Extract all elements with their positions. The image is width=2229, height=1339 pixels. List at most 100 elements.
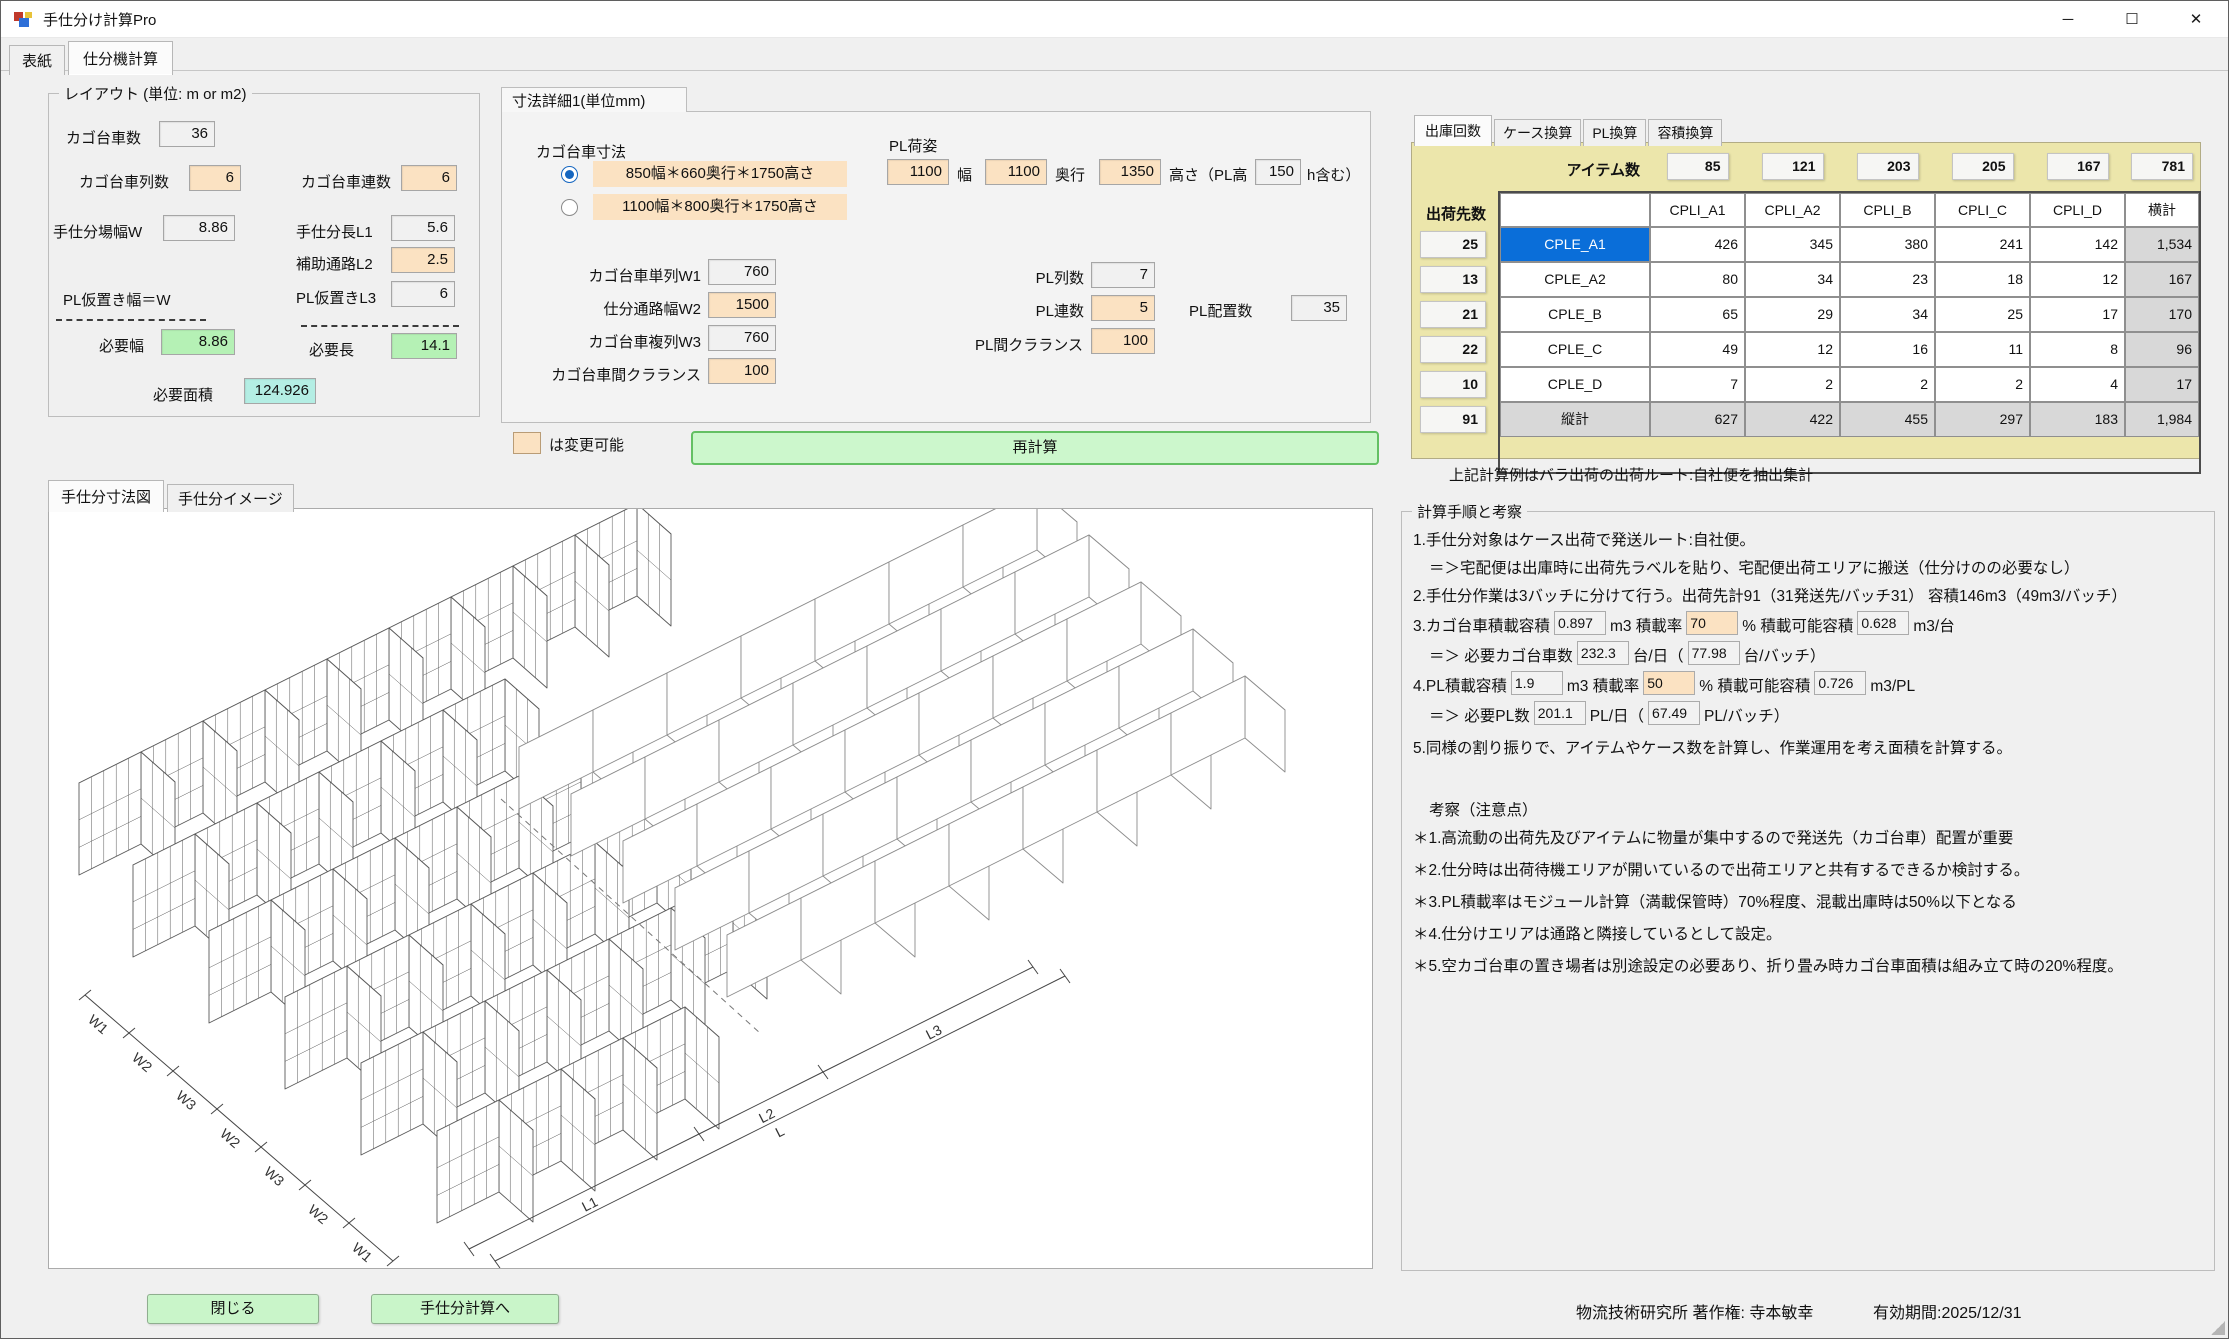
tab-pl-conversion[interactable]: PL換算 <box>1583 119 1646 146</box>
value-cell[interactable]: 18 <box>1935 262 2030 297</box>
value-cell[interactable]: 426 <box>1650 227 1745 262</box>
app-window: 手仕分け計算Pro ─ ☐ ✕ 表紙 仕分機計算 レイアウト (単位: m or… <box>0 0 2229 1339</box>
value-cell[interactable]: 23 <box>1840 262 1935 297</box>
title-bar: 手仕分け計算Pro ─ ☐ ✕ <box>1 1 2228 38</box>
tab-shipment-count[interactable]: 出庫回数 <box>1414 115 1492 146</box>
row-name-cell[interactable]: CPLE_D <box>1500 367 1650 402</box>
cart-w1-label: カゴ台車単列W1 <box>541 265 701 286</box>
value-cell[interactable]: 11 <box>1935 332 2030 367</box>
row-name-cell[interactable]: CPLE_A2 <box>1500 262 1650 297</box>
minimize-button[interactable]: ─ <box>2036 1 2100 37</box>
pl-height-field[interactable]: 1350 <box>1099 159 1161 185</box>
value-cell[interactable]: 345 <box>1745 227 1840 262</box>
sort-width-field: 8.86 <box>163 215 235 241</box>
value-cell[interactable]: 422 <box>1745 402 1840 437</box>
cart-runs-label: カゴ台車連数 <box>301 171 391 192</box>
value-cell[interactable]: 241 <box>1935 227 2030 262</box>
tab-volume-conversion[interactable]: 容積換算 <box>1648 119 1722 146</box>
value-cell[interactable]: 80 <box>1650 262 1745 297</box>
row-count-box: 13 <box>1420 266 1486 293</box>
col-header-cell[interactable]: CPLI_A2 <box>1745 193 1840 227</box>
value-cell[interactable]: 455 <box>1840 402 1935 437</box>
value-cell[interactable]: 167 <box>2125 262 2199 297</box>
value-cell[interactable]: 65 <box>1650 297 1745 332</box>
tab-sorting-calc[interactable]: 仕分機計算 <box>68 41 173 75</box>
row-name-cell[interactable]: CPLE_C <box>1500 332 1650 367</box>
resize-grip[interactable] <box>2211 1321 2225 1335</box>
cart-runs-field[interactable]: 6 <box>401 165 457 191</box>
value-cell[interactable]: 49 <box>1650 332 1745 367</box>
value-cell[interactable]: 17 <box>2030 297 2125 332</box>
maximize-button[interactable]: ☐ <box>2100 1 2164 37</box>
value-cell[interactable]: 2 <box>1935 367 2030 402</box>
tab-dimension-drawing[interactable]: 手仕分寸法図 <box>48 480 164 512</box>
row-name-cell[interactable]: 縦計 <box>1500 402 1650 437</box>
calc-inline-field[interactable]: 50 <box>1643 671 1695 695</box>
value-cell[interactable]: 2 <box>1745 367 1840 402</box>
value-cell[interactable]: 297 <box>1935 402 2030 437</box>
value-cell[interactable]: 16 <box>1840 332 1935 367</box>
item-count-box: 203 <box>1857 153 1919 180</box>
value-cell[interactable]: 4 <box>2030 367 2125 402</box>
tab-cover[interactable]: 表紙 <box>9 45 65 75</box>
value-cell[interactable]: 17 <box>2125 367 2199 402</box>
tab-sorting-image[interactable]: 手仕分イメージ <box>167 484 294 512</box>
col-header-cell[interactable]: CPLI_B <box>1840 193 1935 227</box>
calc-line: 4.PL積載容積1.9m3 積載率50% 積載可能容積0.726m3/PL <box>1413 671 2213 701</box>
pl-runs-field[interactable]: 5 <box>1091 295 1155 321</box>
calc-text: 1.手仕分対象はケース出荷で発送ルート:自社便。 <box>1413 532 1755 549</box>
cart-clear-field[interactable]: 100 <box>708 358 776 384</box>
col-header-cell[interactable]: CPLI_A1 <box>1650 193 1745 227</box>
value-cell[interactable]: 7 <box>1650 367 1745 402</box>
value-cell[interactable]: 34 <box>1745 262 1840 297</box>
col-header-cell[interactable]: CPLI_C <box>1935 193 2030 227</box>
tab-case-conversion[interactable]: ケース換算 <box>1494 119 1581 146</box>
close-button[interactable]: 閉じる <box>147 1294 319 1324</box>
value-cell[interactable]: 12 <box>2030 262 2125 297</box>
svg-text:L1: L1 <box>579 1193 600 1214</box>
cart-size-radio-850-label[interactable]: 850幅＊660奥行＊1750高さ <box>593 161 847 187</box>
recalculate-button[interactable]: 再計算 <box>691 431 1379 465</box>
pl-shape-label: PL荷姿 <box>889 135 937 156</box>
value-cell[interactable]: 1,534 <box>2125 227 2199 262</box>
pl-temp-len-field: 6 <box>391 281 455 307</box>
value-cell[interactable]: 1,984 <box>2125 402 2199 437</box>
aisle-w2-field[interactable]: 1500 <box>708 292 776 318</box>
cart-size-radio-1100-label[interactable]: 1100幅＊800奥行＊1750高さ <box>593 194 847 220</box>
cart-size-radio-850[interactable] <box>561 166 578 183</box>
row-name-cell[interactable]: CPLE_A1 <box>1500 227 1650 262</box>
calc-line: 5.同様の割り振りで、アイテムやケース数を計算し、作業運用を考え面積を計算する。 <box>1413 735 2213 763</box>
value-cell[interactable]: 12 <box>1745 332 1840 367</box>
value-cell[interactable]: 170 <box>2125 297 2199 332</box>
row-name-cell[interactable]: CPLE_B <box>1500 297 1650 332</box>
value-cell[interactable]: 380 <box>1840 227 1935 262</box>
cart-cols-field[interactable]: 6 <box>189 165 241 191</box>
req-area-label: 必要面積 <box>153 384 213 405</box>
close-icon[interactable]: ✕ <box>2164 1 2228 37</box>
value-cell[interactable]: 183 <box>2030 402 2125 437</box>
window-controls: ─ ☐ ✕ <box>2036 1 2228 37</box>
calc-text: ＊1.高流動の出荷先及びアイテムに物量が集中するので発送先（カゴ台車）配置が重要 <box>1413 830 2013 847</box>
value-cell[interactable]: 96 <box>2125 332 2199 367</box>
col-header-cell[interactable]: 横計 <box>2125 193 2199 227</box>
pl-depth-field[interactable]: 1100 <box>985 159 1047 185</box>
value-cell[interactable]: 29 <box>1745 297 1840 332</box>
value-cell[interactable]: 2 <box>1840 367 1935 402</box>
row-count-box: 10 <box>1420 371 1486 398</box>
value-cell[interactable]: 8 <box>2030 332 2125 367</box>
value-cell[interactable]: 142 <box>2030 227 2125 262</box>
value-cell[interactable]: 34 <box>1840 297 1935 332</box>
col-header-cell[interactable]: CPLI_D <box>2030 193 2125 227</box>
to-hand-sorting-calc-button[interactable]: 手仕分計算へ <box>371 1294 559 1324</box>
cart-size-radio-1100[interactable] <box>561 199 578 216</box>
cart-cols-label: カゴ台車列数 <box>79 171 169 192</box>
shipment-table-note: 上記計算例はバラ出荷の出荷ルート:自社便を抽出集計 <box>1449 464 1813 485</box>
corner-cell[interactable] <box>1500 193 1650 227</box>
pl-width-field[interactable]: 1100 <box>887 159 949 185</box>
pl-clear-field[interactable]: 100 <box>1091 328 1155 354</box>
value-cell[interactable]: 25 <box>1935 297 2030 332</box>
value-cell[interactable]: 627 <box>1650 402 1745 437</box>
calc-inline-field[interactable]: 70 <box>1686 611 1738 635</box>
aux-aisle-field[interactable]: 2.5 <box>391 247 455 273</box>
calc-inline-field: 0.897 <box>1554 611 1606 635</box>
